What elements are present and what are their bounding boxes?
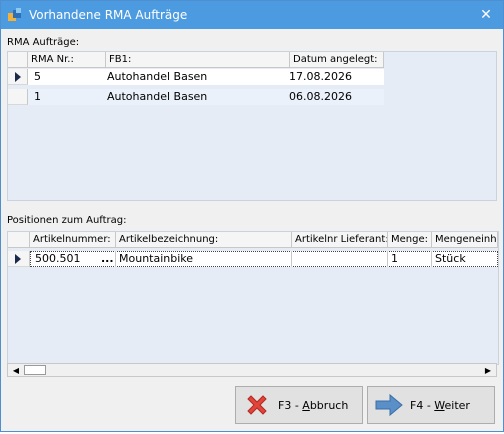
weiter-label: F4 - Weiter	[410, 398, 470, 412]
horizontal-scrollbar[interactable]: ◀ ▶	[7, 363, 497, 377]
pos-col-artikelnummer[interactable]: Artikelnummer:	[30, 232, 116, 248]
rma-nr-cell[interactable]: 1	[31, 89, 106, 105]
pos-einheit-cell[interactable]: Stück	[432, 251, 498, 267]
rma-col-fb1[interactable]: FB1:	[106, 52, 290, 68]
red-x-icon	[247, 395, 267, 415]
positionen-grid[interactable]: Artikelnummer: Artikelbezeichnung: Artik…	[7, 231, 499, 365]
abbruch-button[interactable]: F3 - Abbruch	[235, 386, 363, 424]
scroll-left-button[interactable]: ◀	[9, 364, 23, 376]
row-selector[interactable]	[8, 89, 28, 105]
pos-col-lieferant[interactable]: Artikelnr Lieferant:	[292, 232, 388, 248]
pos-col-menge[interactable]: Menge:	[388, 232, 432, 248]
pos-menge-cell[interactable]: 1	[388, 251, 432, 267]
rma-nr-cell[interactable]: 5	[31, 69, 106, 85]
artikel-lookup-button[interactable]: ...	[98, 251, 116, 267]
rma-col-nr[interactable]: RMA Nr.:	[28, 52, 106, 68]
rma-fb1-cell[interactable]: Autohandel Basen	[104, 69, 288, 85]
positionen-section-label: Positionen zum Auftrag:	[7, 215, 127, 226]
rma-window: Vorhandene RMA Aufträge ✕ RMA Aufträge: …	[0, 0, 504, 432]
window-title: Vorhandene RMA Aufträge	[29, 8, 188, 22]
app-icon	[8, 8, 21, 21]
rma-datum-cell[interactable]: 06.08.2026	[286, 89, 384, 105]
arrow-left-icon: ◀	[12, 365, 20, 375]
title-bar: Vorhandene RMA Aufträge ✕	[1, 1, 503, 29]
blue-arrow-right-icon	[375, 393, 403, 417]
row-selector[interactable]	[8, 251, 30, 267]
pos-artikelnummer-cell[interactable]: 500.501	[32, 251, 98, 267]
scroll-right-button[interactable]: ▶	[481, 364, 495, 376]
weiter-button[interactable]: F4 - Weiter	[367, 386, 495, 424]
current-row-indicator-icon	[15, 254, 21, 264]
rma-col-datum[interactable]: Datum angelegt:	[290, 52, 384, 68]
close-icon: ✕	[480, 7, 492, 23]
pos-col-bezeichnung[interactable]: Artikelbezeichnung:	[116, 232, 292, 248]
close-button[interactable]: ✕	[469, 1, 503, 29]
scrollbar-thumb[interactable]	[24, 365, 46, 375]
row-selector[interactable]	[8, 69, 28, 85]
rma-fb1-cell[interactable]: Autohandel Basen	[104, 89, 288, 105]
rma-section-label: RMA Aufträge:	[7, 37, 80, 48]
pos-header-corner	[8, 232, 30, 248]
pos-bezeichnung-cell[interactable]: Mountainbike	[116, 251, 292, 267]
rma-grid[interactable]: RMA Nr.: FB1: Datum angelegt: 5 Autohand…	[7, 51, 497, 201]
rma-header-corner	[8, 52, 28, 68]
current-row-indicator-icon	[15, 72, 21, 82]
arrow-right-icon: ▶	[484, 365, 492, 375]
pos-lieferant-cell[interactable]	[292, 251, 388, 267]
rma-datum-cell[interactable]: 17.08.2026	[286, 69, 384, 85]
pos-col-mengeneinheit[interactable]: Mengeneinh	[432, 232, 498, 248]
abbruch-label: F3 - Abbruch	[278, 398, 349, 412]
